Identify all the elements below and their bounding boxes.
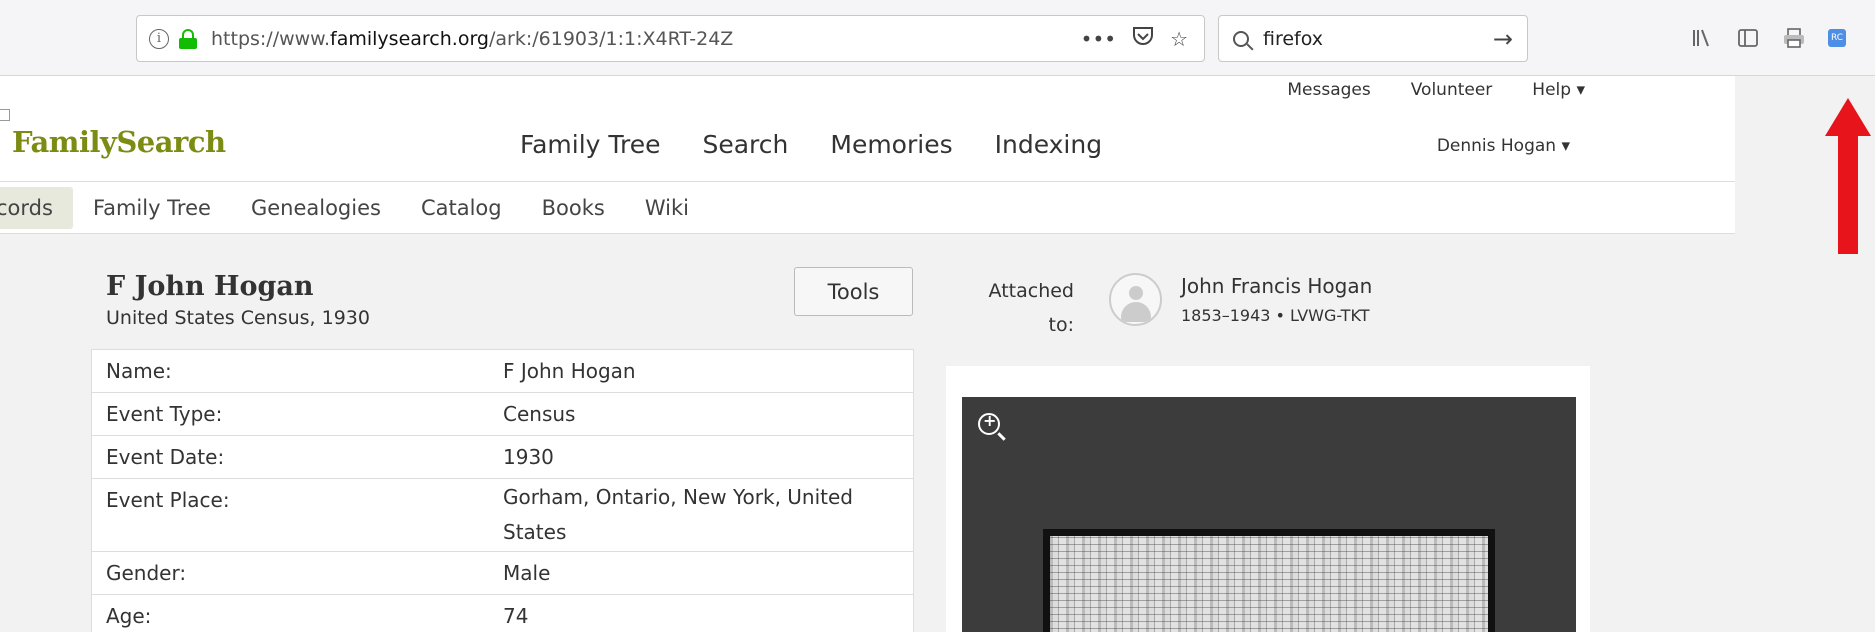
sub-nav: cords Family Tree Genealogies Catalog Bo… — [0, 182, 1735, 234]
pocket-icon[interactable] — [1132, 26, 1154, 51]
record-details-table: Name: F John Hogan Event Type: Census Ev… — [91, 349, 914, 632]
volunteer-link[interactable]: Volunteer — [1411, 80, 1493, 100]
row-value: F John Hogan — [503, 359, 636, 383]
table-row: Event Type: Census — [92, 393, 913, 436]
url-text[interactable]: https://www.familysearch.org/ark:/61903/… — [211, 28, 733, 50]
sidebar-icon[interactable] — [1736, 26, 1760, 50]
page-actions-icon[interactable]: ••• — [1081, 27, 1116, 51]
row-label: Gender: — [106, 561, 187, 585]
tools-button[interactable]: Tools — [794, 267, 913, 316]
search-bar[interactable]: → — [1218, 15, 1528, 62]
zoom-in-icon[interactable] — [978, 411, 1000, 435]
row-label: Age: — [106, 604, 152, 628]
subnav-family-tree[interactable]: Family Tree — [73, 187, 231, 229]
row-label: Event Date: — [106, 445, 225, 469]
lock-icon[interactable] — [179, 28, 197, 49]
attached-person-name[interactable]: John Francis Hogan — [1181, 274, 1372, 298]
subnav-genealogies[interactable]: Genealogies — [231, 187, 401, 229]
subnav-wiki[interactable]: Wiki — [625, 187, 709, 229]
user-menu[interactable]: Dennis Hogan ▾ — [1437, 136, 1570, 156]
help-menu[interactable]: Help ▾ — [1532, 80, 1585, 100]
attached-person-meta: 1853–1943 • LVWG-TKT — [1181, 306, 1370, 325]
attached-to-label: Attached to: — [988, 280, 1074, 336]
row-label: Event Type: — [106, 402, 223, 426]
table-row: Age: 74 — [92, 595, 913, 632]
bookmark-star-icon[interactable]: ☆ — [1170, 27, 1188, 51]
subnav-books[interactable]: Books — [522, 187, 625, 229]
table-row: Event Place: Gorham, Ontario, New York, … — [92, 479, 913, 552]
nav-family-tree[interactable]: Family Tree — [520, 130, 660, 159]
row-value: Male — [503, 561, 551, 585]
row-label: Name: — [106, 359, 172, 383]
record-image-viewer[interactable] — [962, 397, 1576, 632]
familysearch-logo[interactable]: FamilySearch — [12, 125, 226, 159]
logo-mark-icon — [0, 109, 10, 121]
address-bar[interactable]: i https://www.familysearch.org/ark:/6190… — [136, 15, 1205, 62]
extension-icon[interactable]: RC — [1828, 29, 1846, 47]
nav-search[interactable]: Search — [702, 130, 788, 159]
search-input[interactable] — [1263, 27, 1483, 50]
subnav-records[interactable]: cords — [0, 186, 73, 229]
print-icon[interactable] — [1782, 26, 1806, 50]
record-title: F John Hogan — [106, 271, 314, 302]
census-image-thumbnail[interactable] — [1043, 529, 1495, 632]
search-icon — [1233, 30, 1249, 47]
subnav-catalog[interactable]: Catalog — [401, 187, 522, 229]
messages-link[interactable]: Messages — [1287, 80, 1370, 100]
nav-memories[interactable]: Memories — [830, 130, 952, 159]
browser-toolbar: i https://www.familysearch.org/ark:/6190… — [0, 0, 1875, 76]
site-header: Messages Volunteer Help ▾ FamilySearch F… — [0, 76, 1735, 182]
red-arrow-annotation — [1825, 98, 1871, 254]
row-value: Census — [503, 402, 576, 426]
row-value: 74 — [503, 604, 529, 628]
person-avatar-icon[interactable] — [1109, 273, 1162, 326]
row-value: Gorham, Ontario, New York, United States — [503, 485, 853, 544]
info-icon[interactable]: i — [149, 28, 169, 49]
nav-indexing[interactable]: Indexing — [995, 130, 1102, 159]
search-go-icon[interactable]: → — [1493, 25, 1513, 53]
table-row: Gender: Male — [92, 552, 913, 595]
record-collection[interactable]: United States Census, 1930 — [106, 307, 370, 329]
row-label: Event Place: — [106, 488, 230, 512]
table-row: Name: F John Hogan — [92, 350, 913, 393]
library-icon[interactable] — [1690, 26, 1714, 50]
main-nav: Family Tree Search Memories Indexing — [520, 130, 1102, 159]
